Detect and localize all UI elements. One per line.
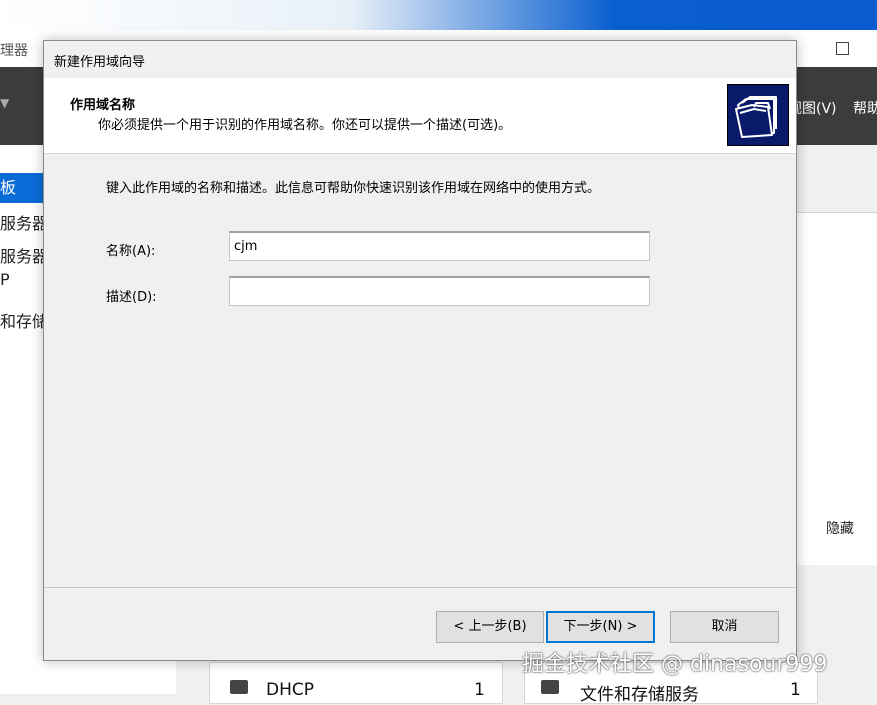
- dhcp-tile-icon: [230, 680, 248, 694]
- back-button[interactable]: < 上一步(B): [436, 611, 544, 643]
- folder-stack-icon: [727, 84, 789, 146]
- sidebar-item-dhcp[interactable]: P: [0, 270, 44, 289]
- sidebar-item-local-server[interactable]: 服务器: [0, 210, 44, 234]
- cancel-button[interactable]: 取消: [670, 611, 779, 643]
- dhcp-tile[interactable]: [209, 662, 503, 704]
- desktop-top-strip: [0, 0, 877, 30]
- sidebar-item-all-servers[interactable]: 服务器: [0, 243, 44, 267]
- sidebar-item-file-storage[interactable]: 和存储: [0, 308, 44, 332]
- dhcp-tile-label: DHCP: [266, 680, 314, 700]
- next-button[interactable]: 下一步(N) >: [546, 611, 655, 643]
- dhcp-tile-count: 1: [474, 680, 485, 700]
- dialog-header: 作用域名称 你必须提供一个用于识别的作用域名称。你还可以提供一个描述(可选)。: [44, 78, 796, 154]
- instruction-text: 键入此作用域的名称和描述。此信息可帮助你快速识别该作用域在网络中的使用方式。: [106, 181, 601, 196]
- button-separator: [44, 587, 796, 588]
- name-input[interactable]: [229, 231, 650, 261]
- sidebar-item-dashboard[interactable]: 板: [0, 173, 44, 203]
- file-storage-tile-label: 文件和存储服务: [580, 685, 699, 705]
- description-input[interactable]: [229, 276, 650, 306]
- dropdown-arrow-icon[interactable]: ▼: [0, 96, 9, 110]
- server-manager-title: 理器: [0, 43, 28, 59]
- name-label: 名称(A):: [106, 244, 156, 259]
- file-storage-tile-count: 1: [790, 680, 801, 700]
- dialog-title: 新建作用域向导: [54, 55, 146, 70]
- hide-link[interactable]: 隐藏: [826, 518, 854, 538]
- menu-help[interactable]: 帮助: [853, 98, 877, 118]
- watermark-text: 掘金技术社区 @ dinasour999: [522, 652, 828, 677]
- file-storage-tile-icon: [541, 680, 559, 694]
- dashboard-right-panel: [796, 212, 877, 565]
- description-label: 描述(D):: [106, 290, 157, 305]
- page-subheading: 你必须提供一个用于识别的作用域名称。你还可以提供一个描述(可选)。: [98, 118, 512, 133]
- page-heading: 作用域名称: [70, 98, 136, 113]
- maximize-button[interactable]: [836, 42, 849, 55]
- new-scope-wizard-dialog: 新建作用域向导 作用域名称 你必须提供一个用于识别的作用域名称。你还可以提供一个…: [43, 40, 797, 661]
